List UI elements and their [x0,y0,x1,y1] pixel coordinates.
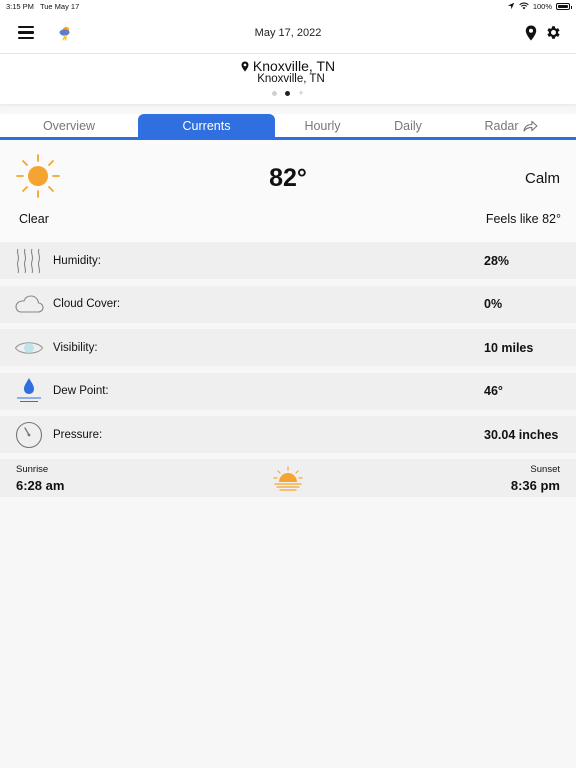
detail-row-cloud-cover: Cloud Cover: 0% [0,285,576,323]
eye-icon [14,341,44,354]
tab-radar-label: Radar [484,118,519,133]
detail-label: Dew Point: [53,385,109,397]
detail-row-visibility: Visibility: 10 miles [0,329,576,366]
status-date: Tue May 17 [39,1,80,11]
sunrise-label: Sunrise [16,463,49,475]
detail-label: Pressure: [53,428,103,441]
app-logo-icon [59,26,70,41]
dew-drop-icon [17,378,41,402]
tab-radar[interactable]: Radar [446,114,576,137]
location-name: Knoxville, TN [252,58,336,74]
detail-row-humidity: Humidity: 28% [0,242,576,279]
location-pin-small-icon [241,61,249,72]
status-bar: 3:15 PM Tue May 17 100% [0,0,576,12]
pressure-gauge-icon [15,421,43,448]
app-toolbar: May 17, 2022 [0,12,576,54]
detail-value: 10 miles [484,340,534,355]
feels-like: Feels like 82° [485,212,561,226]
detail-value: 28% [484,253,510,268]
tab-hourly[interactable]: Hourly [275,114,370,137]
wind-status: Calm [524,170,560,187]
location-arrow-icon [507,2,515,10]
battery-percent: 100% [532,1,552,11]
add-location-icon[interactable]: + [298,89,303,98]
page-indicator[interactable]: + [0,89,576,98]
detail-row-pressure: Pressure: 30.04 inches [0,416,576,453]
location-subtitle: Knoxville, TN [257,73,325,85]
current-conditions: 82° Calm Clear Feels like 82° [0,140,576,242]
sunrise-time: 6:28 am [16,477,65,493]
header-date: May 17, 2022 [254,26,322,39]
location-selector[interactable]: Knoxville, TN Knoxville, TN + [0,54,576,104]
page-dot-active[interactable] [285,91,291,96]
detail-label: Cloud Cover: [53,298,121,310]
tab-currents[interactable]: Currents [138,114,275,137]
page-dot[interactable] [272,91,278,96]
detail-row-dew-point: Dew Point: 46° [0,372,576,410]
wifi-icon [519,2,529,10]
tab-daily[interactable]: Daily [370,114,446,137]
location-pin-icon[interactable] [525,25,537,41]
sunset-time: 8:36 pm [510,477,560,493]
sunrise-sunset-row: Sunrise 6:28 am Sunset 8:36 pm [0,458,576,497]
detail-label: Visibility: [53,341,98,354]
hamburger-menu-icon[interactable] [18,25,34,40]
cloud-icon [15,295,44,313]
detail-value: 0% [484,297,503,311]
current-condition: Clear [19,212,49,226]
status-time: 3:15 PM [6,1,34,11]
share-arrow-icon [523,120,538,132]
detail-label: Humidity: [53,254,101,267]
tab-overview[interactable]: Overview [0,114,138,137]
tab-bar: Overview Currents Hourly Daily Radar [0,114,576,140]
humidity-icon [16,248,41,273]
battery-icon [556,2,572,10]
detail-value: 30.04 inches [484,427,559,442]
detail-value: 46° [484,384,503,398]
current-temperature: 82° [269,164,307,192]
gear-icon[interactable] [545,24,562,41]
sunset-icon [273,465,303,491]
sunset-label: Sunset [530,463,560,475]
details-list: Humidity: 28% Cloud Cover: 0% Visibility… [0,242,576,453]
